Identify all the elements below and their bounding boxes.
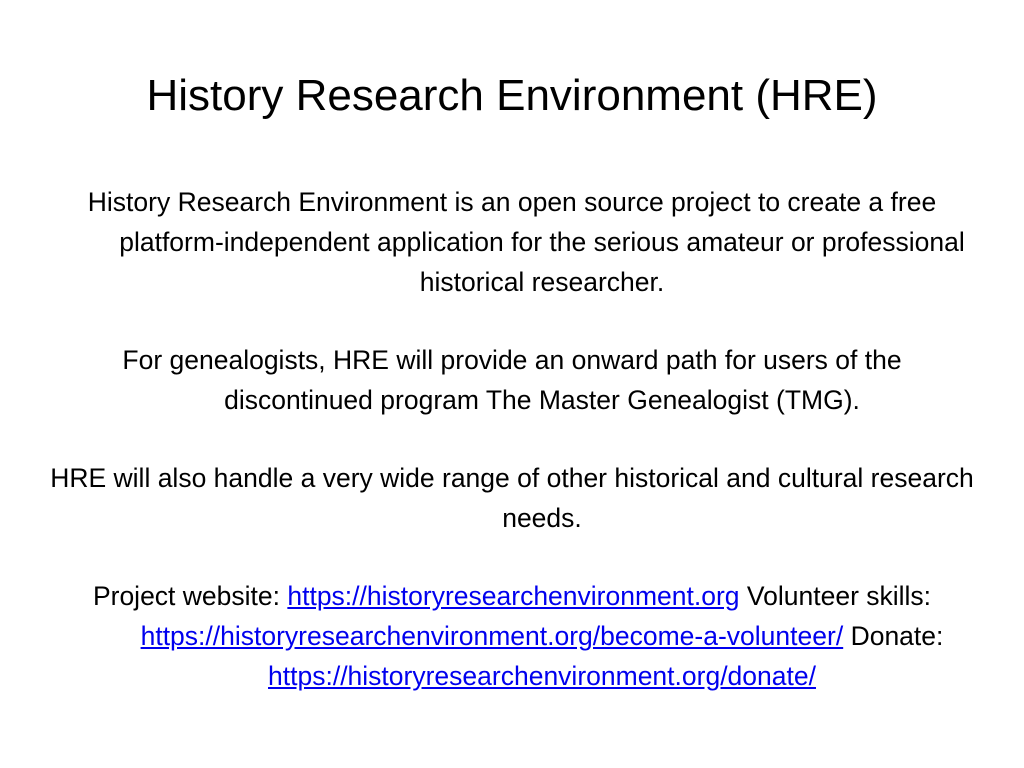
slide-body: History Research Environment is an open …	[46, 182, 978, 696]
donate-label: Donate:	[850, 621, 944, 651]
slide-title: History Research Environment (HRE)	[146, 71, 878, 120]
website-label: Project website:	[92, 581, 288, 611]
slide: History Research Environment (HRE) Histo…	[0, 0, 1024, 768]
links-block: Project website: https://historyresearch…	[46, 576, 978, 696]
paragraph-other-research: HRE will also handle a very wide range o…	[50, 463, 974, 533]
paragraph-genealogists: For genealogists, HRE will provide an on…	[122, 345, 902, 415]
volunteer-link[interactable]: https://historyresearchenvironment.org/b…	[141, 621, 844, 651]
paragraph-intro: History Research Environment is an open …	[87, 187, 965, 297]
donate-link[interactable]: https://historyresearchenvironment.org/d…	[268, 661, 816, 691]
volunteer-label: Volunteer skills:	[746, 581, 932, 611]
website-link[interactable]: https://historyresearchenvironment.org	[287, 581, 739, 611]
